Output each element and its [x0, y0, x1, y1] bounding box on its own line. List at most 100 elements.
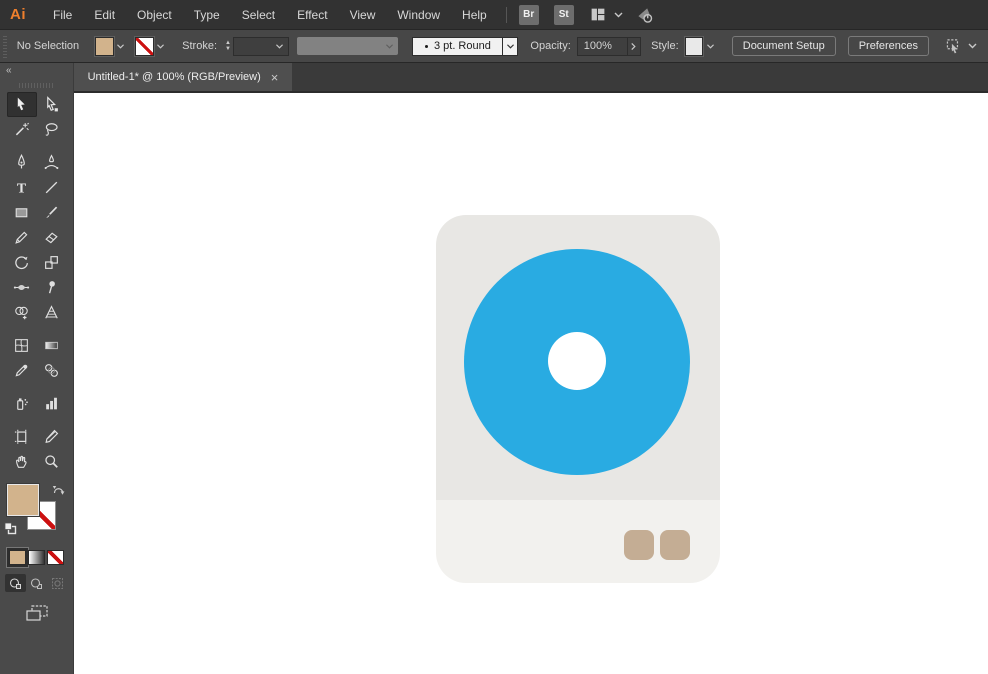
tool-type[interactable]: T: [7, 175, 37, 200]
style-swatch[interactable]: [684, 36, 704, 56]
gpu-performance-button[interactable]: [634, 5, 656, 25]
swap-arrows-icon: [52, 486, 64, 495]
chevron-right-icon: [631, 42, 637, 50]
tool-pen[interactable]: [7, 150, 37, 175]
tool-shaper[interactable]: [7, 225, 37, 250]
fill-indicator[interactable]: [6, 484, 39, 516]
tool-paintbrush[interactable]: [37, 200, 67, 225]
fill-color-swatch[interactable]: [95, 36, 114, 56]
tool-perspective-grid[interactable]: [37, 300, 67, 325]
menu-file[interactable]: File: [42, 0, 83, 30]
opacity-field[interactable]: 100%: [576, 36, 628, 56]
perspective-grid-tool-icon: [45, 305, 58, 319]
tool-width[interactable]: [7, 275, 37, 300]
tool-direct-selection[interactable]: [37, 92, 67, 117]
chevron-down-icon: [276, 43, 284, 49]
chevron-down-icon: [386, 43, 394, 49]
menu-type[interactable]: Type: [183, 0, 231, 30]
tool-line-segment[interactable]: [37, 175, 67, 200]
collapse-panel-button[interactable]: «: [0, 63, 12, 76]
width-tool-icon: [13, 284, 30, 291]
draw-normal-icon: [9, 577, 21, 589]
preferences-button[interactable]: Preferences: [847, 36, 929, 56]
direct-selection-tool-icon: [47, 96, 58, 112]
tab-close-icon[interactable]: ×: [271, 71, 279, 84]
eraser-tool-icon: [45, 232, 58, 244]
eyedropper-tool-icon: [15, 364, 28, 377]
tool-rectangle[interactable]: [7, 200, 37, 225]
hand-tool-icon: [16, 455, 27, 468]
tool-curvature[interactable]: [37, 150, 67, 175]
tool-lasso[interactable]: [37, 117, 67, 142]
menu-help[interactable]: Help: [451, 0, 498, 30]
menu-edit[interactable]: Edit: [83, 0, 126, 30]
menu-object[interactable]: Object: [126, 0, 183, 30]
panel-grip[interactable]: [2, 34, 9, 58]
opacity-expand-arrow[interactable]: [627, 36, 642, 56]
tool-scale[interactable]: [37, 250, 67, 275]
chevron-down-icon: [157, 43, 165, 49]
style-dropdown[interactable]: [703, 37, 718, 56]
zoom-tool-icon: [45, 455, 58, 468]
stock-button[interactable]: St: [553, 4, 574, 25]
stroke-weight-field[interactable]: [232, 36, 290, 56]
tool-shape-builder[interactable]: [7, 300, 37, 325]
slice-tool-icon: [45, 429, 59, 443]
lasso-tool-icon: [45, 123, 58, 136]
artwork-disc-hole: [548, 332, 606, 390]
draw-behind-button[interactable]: [26, 574, 47, 592]
tool-slice[interactable]: [37, 424, 67, 449]
menu-window[interactable]: Window: [386, 0, 451, 30]
document-tab-title: Untitled-1* @ 100% (RGB/Preview): [87, 71, 261, 83]
stroke-color-swatch[interactable]: [135, 36, 154, 56]
color-button[interactable]: [9, 550, 26, 565]
artboard-canvas[interactable]: [74, 93, 988, 674]
stroke-weight-stepper[interactable]: ▲ ▼: [225, 40, 231, 52]
tool-eraser[interactable]: [37, 225, 67, 250]
select-similar-button[interactable]: [943, 37, 978, 55]
menu-effect[interactable]: Effect: [286, 0, 338, 30]
column-graph-tool-icon: [46, 397, 57, 410]
artwork-button-right: [660, 530, 690, 560]
change-screen-mode-button[interactable]: [24, 604, 50, 629]
tools-panel-grip[interactable]: [18, 83, 55, 88]
document-setup-button[interactable]: Document Setup: [731, 36, 836, 56]
pen-tool-icon: [18, 154, 25, 169]
tool-symbol-sprayer[interactable]: [7, 391, 37, 416]
none-button[interactable]: [47, 550, 64, 565]
workspace-switcher-button[interactable]: [589, 6, 624, 23]
default-fill-stroke-button[interactable]: [4, 522, 17, 540]
tool-gradient[interactable]: [37, 333, 67, 358]
tool-selection[interactable]: [6, 92, 37, 117]
draw-normal-button[interactable]: [5, 574, 26, 592]
fill-color-dropdown[interactable]: [114, 37, 129, 56]
tool-rotate[interactable]: [7, 250, 37, 275]
bridge-button[interactable]: Br: [518, 4, 539, 25]
chevron-down-icon: [506, 43, 514, 49]
shaper-tool-icon: [15, 231, 28, 244]
tool-eyedropper[interactable]: [7, 358, 37, 383]
tool-zoom[interactable]: [37, 449, 67, 474]
screen-mode-icon: [25, 605, 48, 621]
swap-fill-stroke-button[interactable]: [52, 484, 66, 502]
menu-select[interactable]: Select: [231, 0, 286, 30]
menu-view[interactable]: View: [339, 0, 387, 30]
document-tab[interactable]: Untitled-1* @ 100% (RGB/Preview) ×: [74, 63, 292, 91]
blend-tool-icon: [45, 364, 58, 377]
tool-mesh[interactable]: [7, 333, 37, 358]
rotate-tool-icon: [15, 256, 28, 270]
tool-artboard[interactable]: [7, 424, 37, 449]
gradient-button[interactable]: [28, 550, 45, 565]
tool-hand[interactable]: [7, 449, 37, 474]
tool-blend[interactable]: [37, 358, 67, 383]
brush-definition-dropdown[interactable]: 3 pt. Round: [412, 36, 519, 56]
tool-magic-wand[interactable]: [7, 117, 37, 142]
symbol-sprayer-tool-icon: [17, 398, 28, 410]
opacity-label: Opacity:: [530, 40, 571, 52]
artwork-card[interactable]: [436, 215, 720, 583]
tool-puppet-warp[interactable]: [37, 275, 67, 300]
stroke-color-dropdown[interactable]: [154, 37, 169, 56]
tool-column-graph[interactable]: [37, 391, 67, 416]
scale-tool-icon: [45, 256, 58, 269]
chevron-down-icon: [968, 43, 977, 49]
